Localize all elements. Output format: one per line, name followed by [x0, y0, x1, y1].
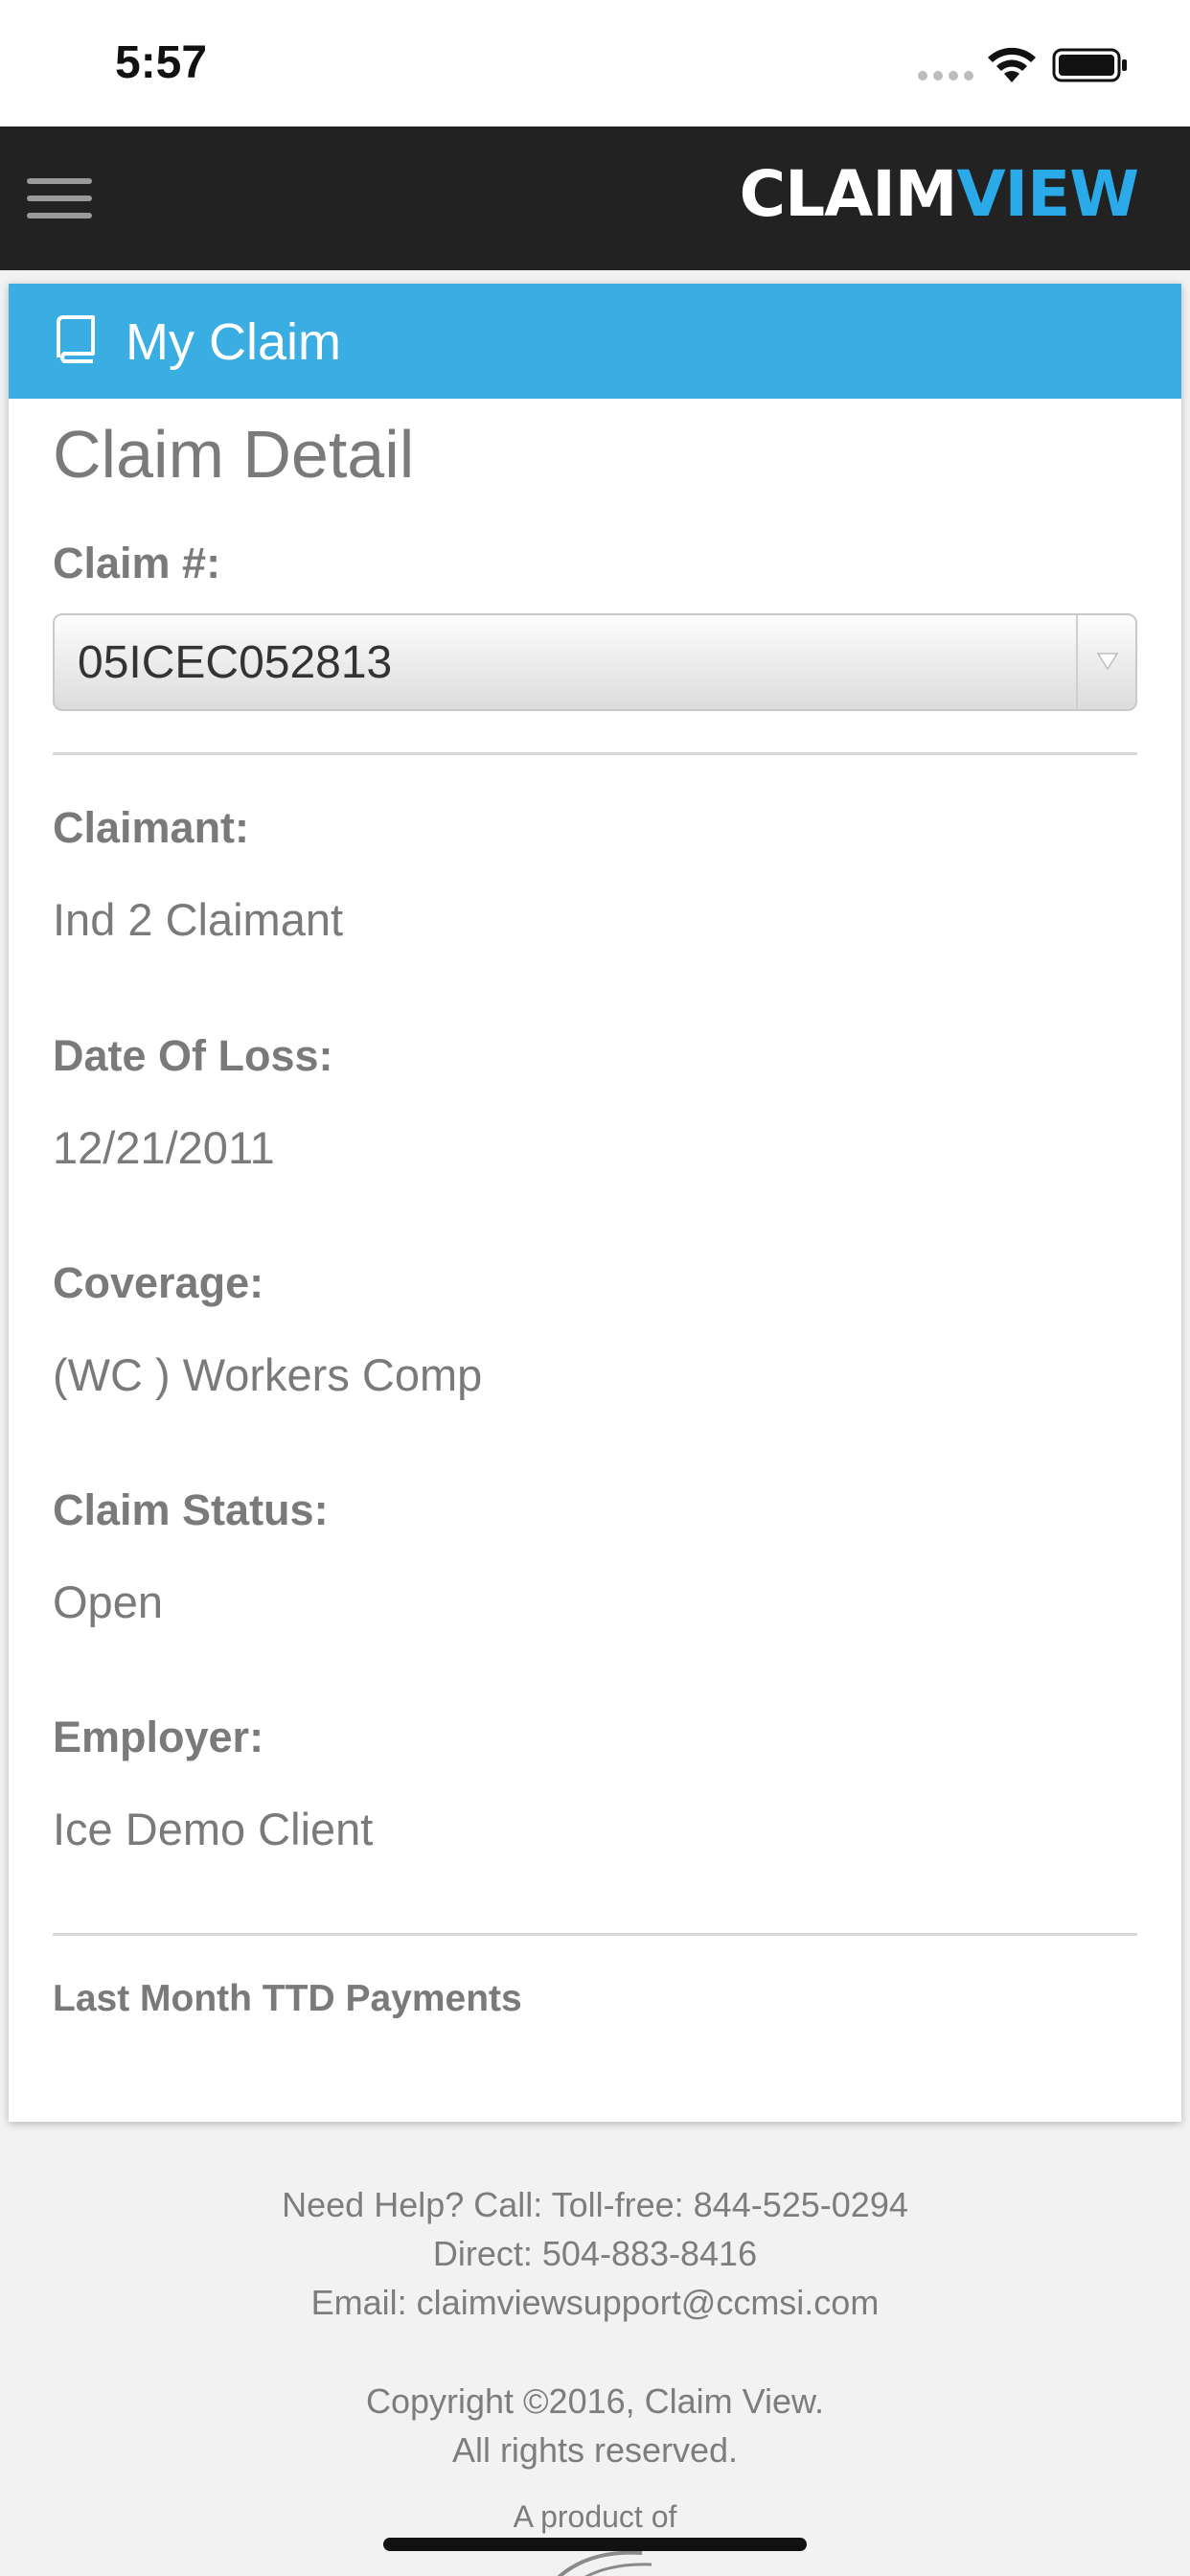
copyright-text: Copyright ©2016, Claim View.: [365, 2381, 825, 2421]
claim-number-label: Claim #:: [53, 539, 221, 587]
claim-card: My Claim Claim Detail Claim #: 05ICEC052…: [9, 284, 1181, 2122]
page-title: Claim Detail: [53, 417, 415, 492]
employer-label: Employer:: [53, 1713, 264, 1761]
date-of-loss-value: 12/21/2011: [53, 1122, 275, 1173]
claimant-value: Ind 2 Claimant: [53, 894, 344, 945]
support-email-text[interactable]: Email: claimviewsupport@ccmsi.com: [311, 2283, 880, 2322]
status-time: 5:57: [115, 37, 208, 88]
status-bar: 5:57: [0, 0, 1190, 126]
card-title: My Claim: [126, 313, 341, 371]
claim-number-value: 05ICEC052813: [78, 637, 393, 688]
help-phone-line[interactable]: Need Help? Call: Toll-free: 844-525-0294: [0, 2185, 1190, 2225]
brand-logo-part1: CLAIM: [739, 157, 958, 231]
book-icon: [57, 315, 95, 363]
employer-value: Ice Demo Client: [53, 1804, 374, 1854]
coverage-value: (WC ) Workers Comp: [53, 1349, 483, 1400]
product-of-text: A product of: [513, 2499, 677, 2534]
coverage-label: Coverage:: [53, 1258, 264, 1307]
date-of-loss-label: Date Of Loss:: [53, 1031, 333, 1080]
cellular-signal-icon: [918, 71, 973, 80]
support-email-line[interactable]: Email: claimviewsupport@ccmsi.com: [0, 2283, 1190, 2323]
rights-text: All rights reserved.: [451, 2430, 739, 2470]
claim-status-label: Claim Status:: [53, 1485, 329, 1534]
home-indicator[interactable]: [383, 2538, 807, 2551]
ttd-payments-heading: Last Month TTD Payments: [53, 1978, 522, 2019]
app-header: CLAIMVIEW: [0, 126, 1190, 270]
card-header: My Claim: [9, 284, 1181, 399]
claimant-label: Claimant:: [53, 803, 250, 852]
chevron-down-icon: [1096, 653, 1119, 671]
direct-phone-line[interactable]: Direct: 504-883-8416: [0, 2234, 1190, 2274]
direct-phone-text[interactable]: Direct: 504-883-8416: [433, 2234, 757, 2273]
divider: [53, 1933, 1137, 1936]
claim-number-select[interactable]: 05ICEC052813: [53, 613, 1137, 711]
wifi-icon: [988, 47, 1036, 82]
battery-icon: [1052, 48, 1127, 82]
claim-status-value: Open: [53, 1576, 163, 1627]
help-phone-text[interactable]: Need Help? Call: Toll-free: 844-525-0294: [282, 2185, 908, 2224]
menu-icon[interactable]: [27, 174, 92, 222]
divider: [53, 752, 1137, 755]
brand-logo: CLAIMVIEW: [740, 163, 1139, 226]
select-arrow-box[interactable]: [1076, 615, 1135, 709]
brand-logo-part2: VIEW: [956, 157, 1139, 231]
